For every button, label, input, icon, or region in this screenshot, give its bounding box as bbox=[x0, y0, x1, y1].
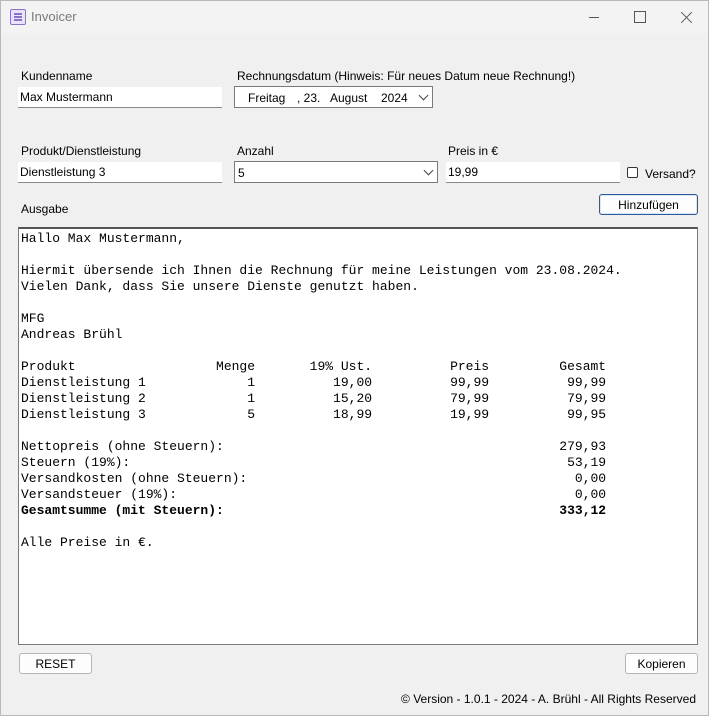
output-line: Dienstleistung 2 1 15,20 79,99 79,99 bbox=[21, 391, 607, 406]
output-line: Versandkosten (ohne Steuern): 0,00 bbox=[21, 471, 607, 486]
invoice-date-picker[interactable]: Freitag , 23. August 2024 bbox=[234, 86, 433, 108]
minimize-button[interactable] bbox=[571, 1, 617, 33]
output-line: Dienstleistung 1 1 19,00 99,99 99,99 bbox=[21, 375, 607, 390]
customer-name-input[interactable] bbox=[18, 87, 222, 108]
copy-button[interactable]: Kopieren bbox=[625, 653, 698, 674]
close-button[interactable] bbox=[663, 1, 708, 33]
output-line: Versandsteuer (19%): 0,00 bbox=[21, 487, 607, 502]
output-line: Dienstleistung 3 5 18,99 19,99 99,95 bbox=[21, 407, 607, 422]
output-line: Hiermit übersende ich Ihnen die Rechnung… bbox=[21, 263, 622, 278]
output-line: Andreas Brühl bbox=[21, 327, 123, 342]
reset-button[interactable]: RESET bbox=[19, 653, 92, 674]
product-label: Produkt/Dienstleistung bbox=[21, 144, 142, 158]
footer-copyright: © Version - 1.0.1 - 2024 - A. Brühl - Al… bbox=[401, 692, 696, 706]
quantity-value: 5 bbox=[238, 166, 245, 180]
output-line: Steuern (19%): 53,19 bbox=[21, 455, 607, 470]
quantity-label: Anzahl bbox=[237, 144, 274, 158]
price-label: Preis in € bbox=[448, 144, 499, 158]
quantity-select[interactable]: 5 bbox=[234, 161, 438, 183]
date-weekday: Freitag bbox=[248, 91, 286, 105]
shipping-checkbox[interactable] bbox=[627, 167, 638, 178]
customer-label: Kundenname bbox=[21, 69, 93, 83]
chevron-down-icon bbox=[423, 165, 434, 176]
chevron-down-icon bbox=[418, 90, 429, 101]
title-bar[interactable]: Invoicer bbox=[1, 1, 708, 33]
date-day: , 23. bbox=[297, 91, 321, 105]
output-line: Gesamtsumme (mit Steuern): 333,12 bbox=[21, 503, 607, 518]
maximize-icon bbox=[634, 11, 646, 23]
date-month: August bbox=[330, 91, 368, 105]
output-line: Alle Preise in €. bbox=[21, 535, 154, 550]
close-icon bbox=[680, 11, 693, 24]
app-icon bbox=[10, 9, 26, 25]
output-textarea[interactable]: Hallo Max Mustermann, Hiermit übersende i… bbox=[18, 227, 698, 645]
maximize-button[interactable] bbox=[617, 1, 663, 33]
product-input[interactable] bbox=[18, 162, 222, 183]
price-input[interactable] bbox=[446, 162, 620, 183]
minimize-icon bbox=[589, 16, 599, 18]
output-line: Nettopreis (ohne Steuern): 279,93 bbox=[21, 439, 607, 454]
app-window: Invoicer Kundenname Rechnungsdatum (Hinw… bbox=[0, 0, 709, 716]
output-line: Vielen Dank, dass Sie unsere Dienste gen… bbox=[21, 279, 419, 294]
date-year: 2024 bbox=[381, 91, 408, 105]
output-line: Produkt Menge 19% Ust. Preis Gesamt bbox=[21, 359, 607, 374]
add-button[interactable]: Hinzufügen bbox=[599, 194, 698, 215]
output-line: Hallo Max Mustermann, bbox=[21, 231, 185, 246]
output-line: MFG bbox=[21, 311, 45, 326]
invoice-text: Hallo Max Mustermann, Hiermit übersende i… bbox=[21, 231, 622, 551]
shipping-label: Versand? bbox=[645, 167, 696, 181]
output-label: Ausgabe bbox=[21, 202, 69, 216]
date-label: Rechnungsdatum (Hinweis: Für neues Datum… bbox=[237, 69, 576, 83]
window-title: Invoicer bbox=[31, 9, 77, 24]
